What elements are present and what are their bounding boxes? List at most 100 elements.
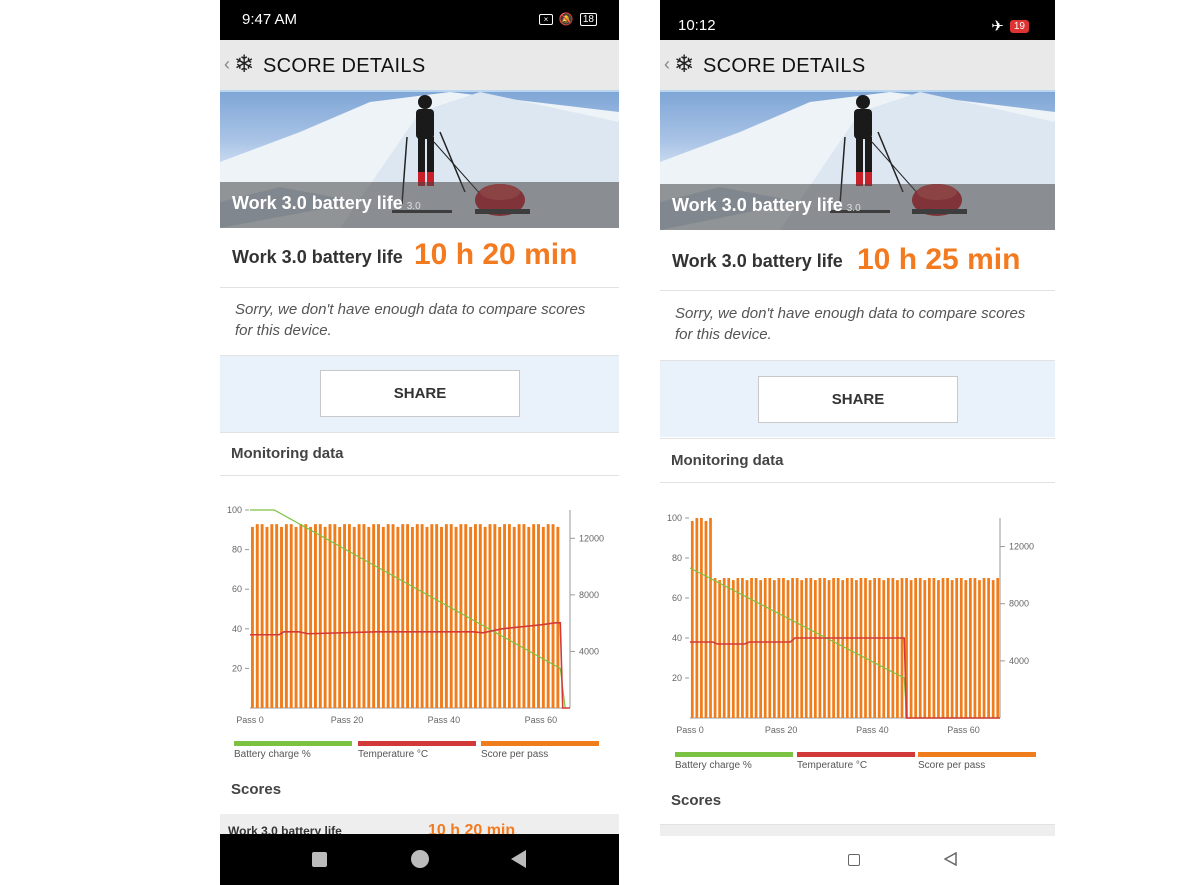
- score-bar: [886, 578, 890, 718]
- airplane-icon: ✈: [991, 18, 1004, 35]
- back-triangle-icon[interactable]: [943, 851, 957, 867]
- score-bar: [914, 578, 918, 718]
- score-bar: [410, 526, 414, 708]
- scores-partial-row[interactable]: Work 3.0 battery life 10 h 20 min: [220, 814, 619, 834]
- score-bar: [782, 578, 785, 718]
- right-axis-tick-label: 8000: [1009, 599, 1029, 609]
- score-bar: [763, 578, 767, 718]
- score-bar: [517, 524, 521, 708]
- score-bar: [250, 526, 254, 708]
- plot-area: [250, 510, 570, 708]
- score-bar: [800, 580, 804, 718]
- score-bar: [333, 524, 337, 708]
- score-bar: [270, 524, 274, 708]
- left-axis-tick-label: 60: [672, 593, 682, 603]
- left-phone-screen: 9:47 AM × 🔕 18 ‹ ❄ SCORE DETAILS Work 3.…: [220, 0, 619, 885]
- score-bar: [690, 521, 694, 718]
- status-bar: 10:12 ✈ 19: [660, 0, 1055, 40]
- score-bar: [964, 580, 968, 718]
- right-axis-tick-label: 4000: [579, 646, 599, 656]
- score-bar: [818, 578, 822, 718]
- snowflake-logo-icon[interactable]: ❄: [674, 50, 694, 79]
- navigation-bar: [660, 836, 1055, 885]
- left-axis-tick-label: 80: [232, 545, 242, 555]
- score-bar: [537, 524, 540, 708]
- share-button[interactable]: SHARE: [758, 376, 958, 423]
- score-bar: [527, 526, 531, 708]
- left-axis-tick-label: 100: [667, 513, 682, 523]
- score-bar: [265, 526, 269, 708]
- score-bar: [754, 578, 758, 718]
- score-bar: [918, 578, 922, 718]
- score-bar: [704, 521, 708, 718]
- comparison-note: Sorry, we don't have enough data to comp…: [660, 291, 1055, 361]
- score-bar: [987, 578, 990, 718]
- score-value: 10 h 25 min: [857, 243, 1021, 276]
- score-bar: [768, 578, 772, 718]
- score-bar: [850, 578, 854, 718]
- x-axis-tick-label: Pass 20: [331, 715, 364, 725]
- score-bar: [386, 524, 390, 708]
- score-bar: [786, 580, 790, 718]
- score-bar: [982, 578, 986, 718]
- right-axis-tick-label: 8000: [579, 590, 599, 600]
- score-row: Work 3.0 battery life 10 h 20 min: [220, 229, 619, 288]
- score-bar: [950, 580, 954, 718]
- recents-square-icon[interactable]: [848, 854, 860, 866]
- left-axis-tick-label: 20: [672, 673, 682, 683]
- score-bar: [425, 526, 429, 708]
- score-bar: [415, 524, 419, 708]
- back-chevron-icon[interactable]: ‹: [664, 54, 670, 75]
- header-bar: ‹ ❄ SCORE DETAILS: [220, 40, 619, 92]
- right-axis-tick-label: 12000: [579, 533, 604, 543]
- score-bar: [823, 578, 826, 718]
- score-bar: [868, 580, 872, 718]
- legend-score: Score per pass: [918, 752, 1036, 771]
- left-axis-tick-label: 40: [232, 624, 242, 634]
- score-bar: [832, 578, 835, 718]
- page-title: SCORE DETAILS: [703, 55, 866, 77]
- score-bar: [367, 526, 371, 708]
- recents-square-icon[interactable]: [312, 852, 327, 867]
- legend-battery: Battery charge %: [675, 752, 793, 771]
- score-bar: [420, 524, 424, 708]
- score-value: 10 h 20 min: [414, 238, 578, 271]
- scores-section-label: Scores: [671, 792, 722, 809]
- score-bar: [454, 526, 458, 708]
- snowflake-logo-icon[interactable]: ❄: [234, 50, 254, 79]
- score-bar: [955, 578, 959, 718]
- score-bar: [809, 578, 813, 718]
- hero-banner: Work 3.0 battery life 3.0: [220, 92, 619, 228]
- navigation-bar: [220, 834, 619, 885]
- score-bar: [718, 580, 721, 718]
- legend-temperature: Temperature °C: [797, 752, 915, 771]
- score-bar: [841, 580, 845, 718]
- score-bar: [941, 578, 945, 718]
- score-bar: [377, 524, 380, 708]
- status-icons: × 🔕 18: [538, 12, 597, 26]
- score-bar: [318, 524, 322, 708]
- score-bar: [255, 524, 259, 708]
- score-bar: [372, 524, 376, 708]
- score-bar: [512, 526, 516, 708]
- score-bar: [260, 524, 264, 708]
- right-axis-tick-label: 12000: [1009, 542, 1034, 552]
- legend-temperature-label: Temperature °C: [358, 749, 429, 760]
- home-circle-icon[interactable]: [411, 850, 429, 868]
- status-time: 9:47 AM: [242, 11, 298, 28]
- score-bar: [294, 526, 298, 708]
- score-bar: [713, 578, 717, 718]
- score-bar: [700, 518, 703, 718]
- no-sim-icon: ×: [538, 13, 553, 25]
- score-bar: [859, 578, 863, 718]
- score-bar: [927, 578, 931, 718]
- score-bar: [507, 524, 511, 708]
- back-chevron-icon[interactable]: ‹: [224, 54, 230, 75]
- score-bar: [946, 578, 949, 718]
- monitoring-chart: 100 80 60 40 20 12000 8000 4000 Pass 0 Pass 20 Pas…: [227, 505, 604, 725]
- legend-battery-label: Battery charge %: [234, 749, 311, 760]
- share-button[interactable]: SHARE: [320, 370, 520, 417]
- back-triangle-icon[interactable]: [511, 850, 526, 868]
- score-bar: [556, 526, 560, 708]
- hero-version: 3.0: [406, 201, 421, 212]
